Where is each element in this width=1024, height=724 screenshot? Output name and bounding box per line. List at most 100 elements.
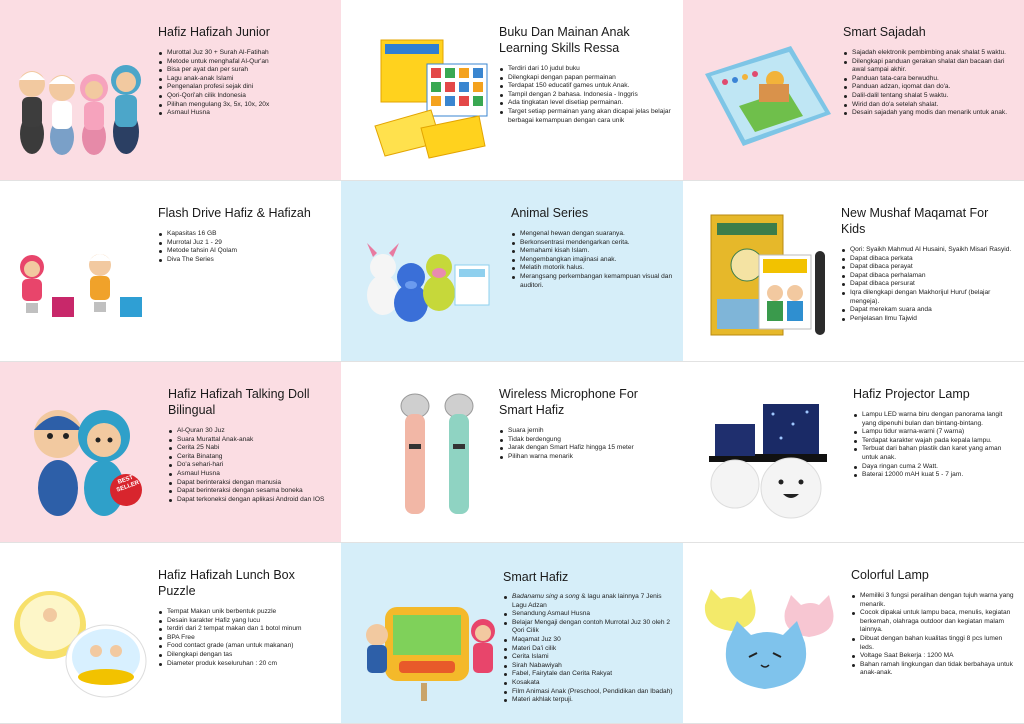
- product-info: Buku Dan Mainan Anak Learning Skills Res…: [499, 24, 673, 125]
- feature-item-italic: Badanamu sing a song: [512, 593, 580, 600]
- feature-item: Memahami kisah Islam.: [511, 247, 673, 256]
- feature-item: Diva The Series: [158, 256, 331, 265]
- feature-item: Bisa per ayat dan per surah: [158, 66, 331, 75]
- product-card-talking-doll: BEST SELLER Hafiz Hafizah Talking Doll B…: [0, 362, 341, 543]
- product-info: Hafiz Hafizah Lunch Box Puzzle Tempat Ma…: [158, 567, 331, 668]
- animal-series-plush-image: [367, 243, 490, 322]
- feature-item: Daya ringan cuma 2 Watt.: [853, 463, 1014, 472]
- feature-item: Qori-Qori'ah cilik Indonesia: [158, 92, 331, 101]
- product-card-learning-skills: Buku Dan Mainan Anak Learning Skills Res…: [341, 0, 683, 181]
- feature-item: Iqra dilengkapi dengan Makhorijul Huruf …: [841, 289, 1014, 306]
- feature-item: Suara Murattal Anak-anak: [168, 436, 331, 445]
- feature-item: Food contact grade (aman untuk makanan): [158, 642, 331, 651]
- feature-item: Diameter produk keseluruhan : 20 cm: [158, 660, 331, 669]
- product-title: Animal Series: [511, 206, 589, 220]
- feature-item: Dapat dibaca perkata: [841, 255, 1014, 264]
- feature-list: Memiliki 3 fungsi peralihan dengan tujuh…: [851, 592, 1014, 678]
- feature-item: Voltage Saat Bekerja : 1200 MA: [851, 652, 1014, 661]
- feature-item: Dapat berinteraksi dengan manusia: [168, 479, 331, 488]
- product-title: Hafiz Projector Lamp: [853, 387, 970, 401]
- feature-item: Pengenalan profesi sejak dini: [158, 83, 331, 92]
- feature-item: Dibuat dengan bahan kualitas tinggi 8 pc…: [851, 635, 1014, 652]
- feature-item: Lampu tidur warna-warni (7 warna): [853, 428, 1014, 437]
- product-card-lunch-box: Hafiz Hafizah Lunch Box Puzzle Tempat Ma…: [0, 543, 341, 724]
- product-card-smart-sajadah: Smart Sajadah Sajadah elektronik pembimb…: [683, 0, 1024, 181]
- feature-item: Cerita Islami: [503, 653, 673, 662]
- product-card-animal-series: Animal Series Mengenal hewan dengan suar…: [341, 181, 683, 362]
- product-title: Smart Sajadah: [843, 25, 926, 39]
- feature-item: Pilihan warna menarik: [499, 453, 673, 462]
- feature-item: Maqamat Juz 30: [503, 636, 673, 645]
- feature-item: Pilihan mengulang 3x, 5x, 10x, 20x: [158, 101, 331, 110]
- feature-item: Dapat berinteraksi dengan sesama boneka: [168, 487, 331, 496]
- feature-item: Dalil-dalil tentang shalat 5 waktu.: [843, 92, 1014, 101]
- feature-list: Al-Quran 30 Juz Suara Murattal Anak-anak…: [168, 427, 331, 504]
- feature-list: Murottal Juz 30 + Surah Al-Fatihah Metod…: [158, 49, 331, 118]
- feature-item: Badanamu sing a song & lagu anak lainnya…: [503, 593, 673, 610]
- product-title: Smart Hafiz: [503, 570, 569, 584]
- feature-list: Kapasitas 16 GB Murrotal Juz 1 - 29 Meto…: [158, 230, 331, 264]
- feature-item: Desain sajadah yang modis dan menarik un…: [843, 109, 1014, 118]
- feature-item: Dilengkapi panduan gerakan shalat dan ba…: [843, 58, 1014, 75]
- feature-item: Tampil dengan 2 bahasa. Indonesia - Ingg…: [499, 91, 673, 100]
- feature-item: Cerita 25 Nabi: [168, 444, 331, 453]
- feature-list: Terdiri dari 10 judul buku Dilengkapi de…: [499, 65, 673, 125]
- feature-item: Film Animasi Anak (Preschool, Pendidikan…: [503, 688, 673, 697]
- product-info: Hafiz Hafizah Junior Murottal Juz 30 + S…: [158, 24, 331, 118]
- feature-list: Suara jernih Tidak berdengung Jarak deng…: [499, 427, 673, 461]
- feature-item: Lagu anak-anak Islami: [158, 75, 331, 84]
- product-title: Buku Dan Mainan Anak Learning Skills Res…: [499, 25, 630, 55]
- feature-item: Murottal Juz 30 + Surah Al-Fatihah: [158, 49, 331, 58]
- feature-item: Memiliki 3 fungsi peralihan dengan tujuh…: [851, 592, 1014, 609]
- feature-item: Mengenal hewan dengan suaranya.: [511, 230, 673, 239]
- feature-item: terdiri dari 2 tempat makan dan 1 botol …: [158, 625, 331, 634]
- product-card-new-mushaf: New Mushaf Maqamat For Kids Qori: Syaikh…: [683, 181, 1024, 362]
- product-title: Hafiz Hafizah Talking Doll Bilingual: [168, 387, 310, 417]
- feature-list: Mengenal hewan dengan suaranya. Berkonse…: [511, 230, 673, 290]
- product-title: Flash Drive Hafiz & Hafizah: [158, 206, 311, 220]
- feature-item: Suara jernih: [499, 427, 673, 436]
- product-card-projector-lamp: Hafiz Projector Lamp Lampu LED warna bir…: [683, 362, 1024, 543]
- product-info: Smart Sajadah Sajadah elektronik pembimb…: [843, 24, 1014, 118]
- feature-list: Sajadah elektronik pembimbing anak shala…: [843, 49, 1014, 118]
- feature-item: Al-Quran 30 Juz: [168, 427, 331, 436]
- product-info: Animal Series Mengenal hewan dengan suar…: [511, 205, 673, 290]
- product-info: Colorful Lamp Memiliki 3 fungsi peraliha…: [851, 567, 1014, 678]
- feature-item: Dapat dibaca perhalaman: [841, 272, 1014, 281]
- feature-item: Ada tingkatan level disetiap permainan.: [499, 99, 673, 108]
- feature-item: Asmaul Husna: [168, 470, 331, 479]
- product-info: Flash Drive Hafiz & Hafizah Kapasitas 16…: [158, 205, 331, 264]
- talking-doll-image: [34, 410, 142, 516]
- smart-sajadah-mat-image: [705, 46, 831, 146]
- feature-item: Cerita Binatang: [168, 453, 331, 462]
- feature-item: Panduan adzan, iqomat dan do'a.: [843, 83, 1014, 92]
- feature-item: Dapat dibaca perayat: [841, 263, 1014, 272]
- feature-item: Merangsang perkembangan kemampuan visual…: [511, 273, 673, 290]
- feature-item: Dapat merekam suara anda: [841, 306, 1014, 315]
- projector-lamp-image: [709, 404, 827, 519]
- feature-item: Desain karakter Hafiz yang lucu: [158, 617, 331, 626]
- flash-drive-image: [20, 254, 142, 317]
- product-card-flash-drive: Flash Drive Hafiz & Hafizah Kapasitas 16…: [0, 181, 341, 362]
- microphone-image: [400, 393, 474, 514]
- product-info: Smart Hafiz Badanamu sing a song & lagu …: [503, 569, 673, 705]
- product-info: New Mushaf Maqamat For Kids Qori: Syaikh…: [841, 205, 1014, 323]
- feature-list: Badanamu sing a song & lagu anak lainnya…: [503, 593, 673, 705]
- feature-item: Terdiri dari 10 judul buku: [499, 65, 673, 74]
- product-title: Wireless Microphone For Smart Hafiz: [499, 387, 638, 417]
- feature-item: Sirah Nabawiyah: [503, 662, 673, 671]
- feature-list: Lampu LED warna biru dengan panorama lan…: [853, 411, 1014, 480]
- product-card-hafiz-junior: Hafiz Hafizah Junior Murottal Juz 30 + S…: [0, 0, 341, 181]
- feature-item: BPA Free: [158, 634, 331, 643]
- feature-item: Bahan ramah lingkungan dan tidak berbaha…: [851, 661, 1014, 678]
- feature-item: Berkonsentrasi mendengarkan cerita.: [511, 239, 673, 248]
- colorful-lamp-image: [704, 589, 834, 689]
- product-card-wireless-microphone: Wireless Microphone For Smart Hafiz Suar…: [341, 362, 683, 543]
- feature-item: Penjelasan Ilmu Tajwid: [841, 315, 1014, 324]
- feature-item: Fabel, Fairytale dan Cerita Rakyat: [503, 670, 673, 679]
- catalog-grid: Hafiz Hafizah Junior Murottal Juz 30 + S…: [0, 0, 1024, 724]
- feature-list: Tempat Makan unik berbentuk puzzle Desai…: [158, 608, 331, 668]
- feature-item: Do'a sehari-hari: [168, 461, 331, 470]
- feature-item: Tidak berdengung: [499, 436, 673, 445]
- learning-skills-books-image: [374, 39, 488, 159]
